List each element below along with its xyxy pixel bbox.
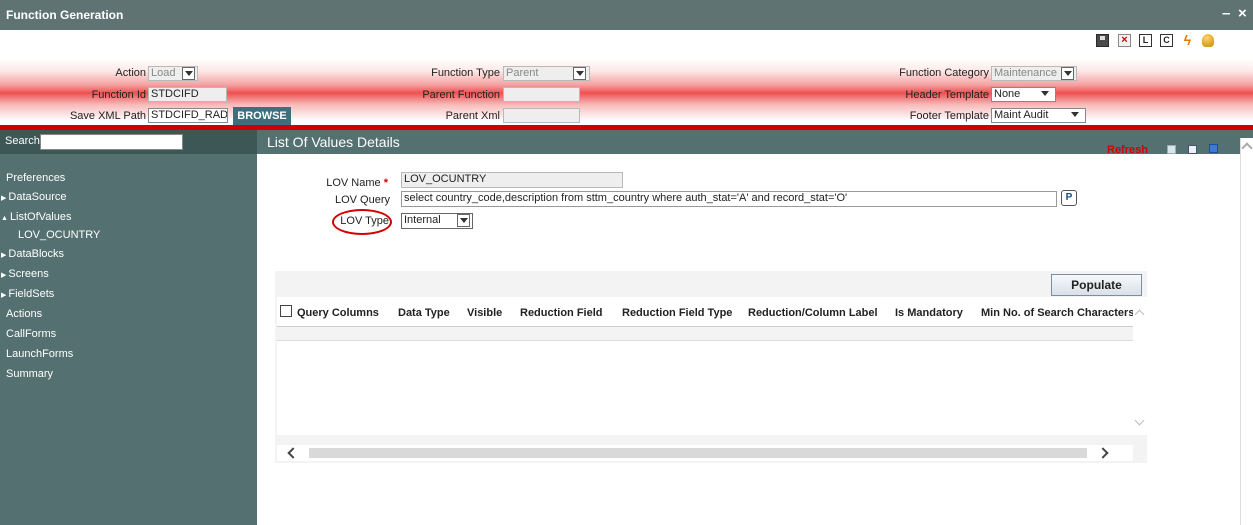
column-header-reduction-field-type[interactable]: Reduction Field Type	[622, 307, 732, 319]
panel-title: List Of Values Details	[267, 134, 400, 150]
grid-body	[277, 341, 1133, 435]
sidebar-item-actions[interactable]: Actions	[6, 308, 42, 320]
lightning-icon[interactable]: ϟ	[1181, 33, 1194, 47]
save-xml-path-input[interactable]: STDCIFD_RAD	[148, 108, 228, 123]
lov-query-input[interactable]: select country_code,description from stt…	[401, 191, 1057, 207]
expand-arrow-icon: ▶	[1, 252, 7, 259]
window-title: Function Generation	[6, 8, 124, 22]
column-header-min-search-characters[interactable]: Min No. of Search Characters	[981, 307, 1134, 319]
browse-button[interactable]: BROWSE	[233, 107, 291, 125]
function-category-select[interactable]: Maintenance	[991, 66, 1077, 81]
scroll-right-icon[interactable]	[1097, 447, 1109, 459]
collapse-arrow-icon: ▲	[1, 215, 8, 222]
sidebar-item-datablocks[interactable]: ▶ DataBlocks	[1, 248, 64, 260]
minimize-button[interactable]: –	[1222, 5, 1230, 22]
chevron-down-icon	[1061, 67, 1074, 80]
header-template-select[interactable]: None	[991, 87, 1056, 102]
column-header-reduction-column-label[interactable]: Reduction/Column Label	[748, 307, 878, 319]
column-header-query-columns[interactable]: Query Columns	[297, 307, 379, 319]
column-header-reduction-field[interactable]: Reduction Field	[520, 307, 603, 319]
lookup-icon[interactable]: P	[1061, 190, 1077, 206]
function-type-select[interactable]: Parent	[503, 66, 590, 81]
scroll-up-icon[interactable]	[1241, 142, 1253, 154]
scroll-left-icon[interactable]	[287, 447, 299, 459]
populate-button[interactable]: Populate	[1051, 274, 1142, 296]
window-title-bar: Function Generation – ×	[0, 0, 1253, 30]
l-icon[interactable]: L	[1139, 34, 1152, 47]
header-template-label: Header Template	[905, 89, 989, 101]
chevron-down-icon	[1039, 88, 1052, 101]
grid-horizontal-scrollbar[interactable]	[277, 445, 1133, 461]
sidebar-item-callforms[interactable]: CallForms	[6, 328, 56, 340]
save-xml-path-label: Save XML Path	[69, 110, 146, 122]
select-all-checkbox[interactable]	[280, 305, 292, 317]
parent-xml-label: Parent Xml	[445, 110, 500, 122]
column-header-is-mandatory[interactable]: Is Mandatory	[895, 307, 963, 319]
edit-icon[interactable]	[1209, 144, 1218, 153]
footer-template-label: Footer Template	[909, 110, 989, 122]
close-icon[interactable]: ×	[1118, 34, 1131, 47]
list-icon[interactable]	[1167, 145, 1176, 154]
footer-template-select[interactable]: Maint Audit	[991, 108, 1086, 123]
chevron-down-icon	[1069, 109, 1082, 122]
function-id-field[interactable]: STDCIFD	[148, 87, 227, 102]
function-category-label: Function Category	[899, 67, 989, 79]
column-header-data-type[interactable]: Data Type	[398, 307, 450, 319]
parent-function-label: Parent Function	[422, 89, 500, 101]
chevron-down-icon	[573, 67, 586, 80]
scrollbar-thumb[interactable]	[309, 448, 1087, 458]
sidebar-item-summary[interactable]: Summary	[6, 368, 53, 380]
search-label: Search	[5, 135, 40, 147]
action-select[interactable]: Load	[148, 66, 198, 81]
lov-query-label: LOV Query	[334, 194, 390, 206]
grid-vertical-scrollbar[interactable]	[1133, 297, 1147, 435]
sidebar-item-launchforms[interactable]: LaunchForms	[6, 348, 73, 360]
sidebar-item-screens[interactable]: ▶ Screens	[1, 268, 49, 280]
lov-name-label: LOV Name *	[326, 177, 388, 189]
function-id-label: Function Id	[91, 89, 146, 101]
highlight-circle	[332, 209, 392, 235]
toolbar: × L C ϟ	[0, 30, 1253, 52]
column-header-visible[interactable]: Visible	[467, 307, 502, 319]
sidebar-search-row: Search	[0, 130, 257, 154]
window-close-button[interactable]: ×	[1238, 5, 1247, 22]
scroll-down-icon[interactable]	[1134, 415, 1145, 426]
search-input[interactable]	[40, 134, 183, 150]
save-icon[interactable]	[1096, 34, 1109, 47]
lov-type-select[interactable]: Internal	[401, 213, 473, 229]
panel-title-bar: List Of Values Details	[257, 130, 1253, 154]
scroll-up-icon[interactable]	[1134, 309, 1145, 320]
expand-arrow-icon: ▶	[1, 292, 7, 299]
sidebar-item-preferences[interactable]: Preferences	[6, 172, 65, 184]
sidebar: Search Preferences ▶ DataSource ▲ ListOfVa…	[0, 130, 257, 525]
required-indicator: *	[383, 177, 388, 189]
c-icon[interactable]: C	[1160, 34, 1173, 47]
database-icon[interactable]	[1202, 34, 1214, 47]
chevron-down-icon	[182, 67, 195, 80]
export-icon[interactable]	[1188, 145, 1197, 154]
action-label: Action	[115, 67, 146, 79]
chevron-down-icon	[457, 214, 470, 227]
sidebar-item-listofvalues[interactable]: ▲ ListOfValues	[1, 211, 72, 223]
function-type-label: Function Type	[431, 67, 500, 79]
sidebar-item-fieldsets[interactable]: ▶ FieldSets	[1, 288, 54, 300]
expand-arrow-icon: ▶	[1, 195, 7, 202]
grid-header: Query Columns Data Type Visible Reductio…	[277, 297, 1134, 327]
page-vertical-scrollbar[interactable]	[1240, 138, 1253, 525]
parent-xml-field[interactable]	[503, 108, 580, 123]
expand-arrow-icon: ▶	[1, 272, 7, 279]
sidebar-item-datasource[interactable]: ▶ DataSource	[1, 191, 66, 203]
sidebar-item-lov-ocuntry[interactable]: LOV_OCUNTRY	[18, 229, 100, 241]
parent-function-field[interactable]	[503, 87, 580, 102]
lov-name-field[interactable]: LOV_OCUNTRY	[401, 172, 623, 188]
